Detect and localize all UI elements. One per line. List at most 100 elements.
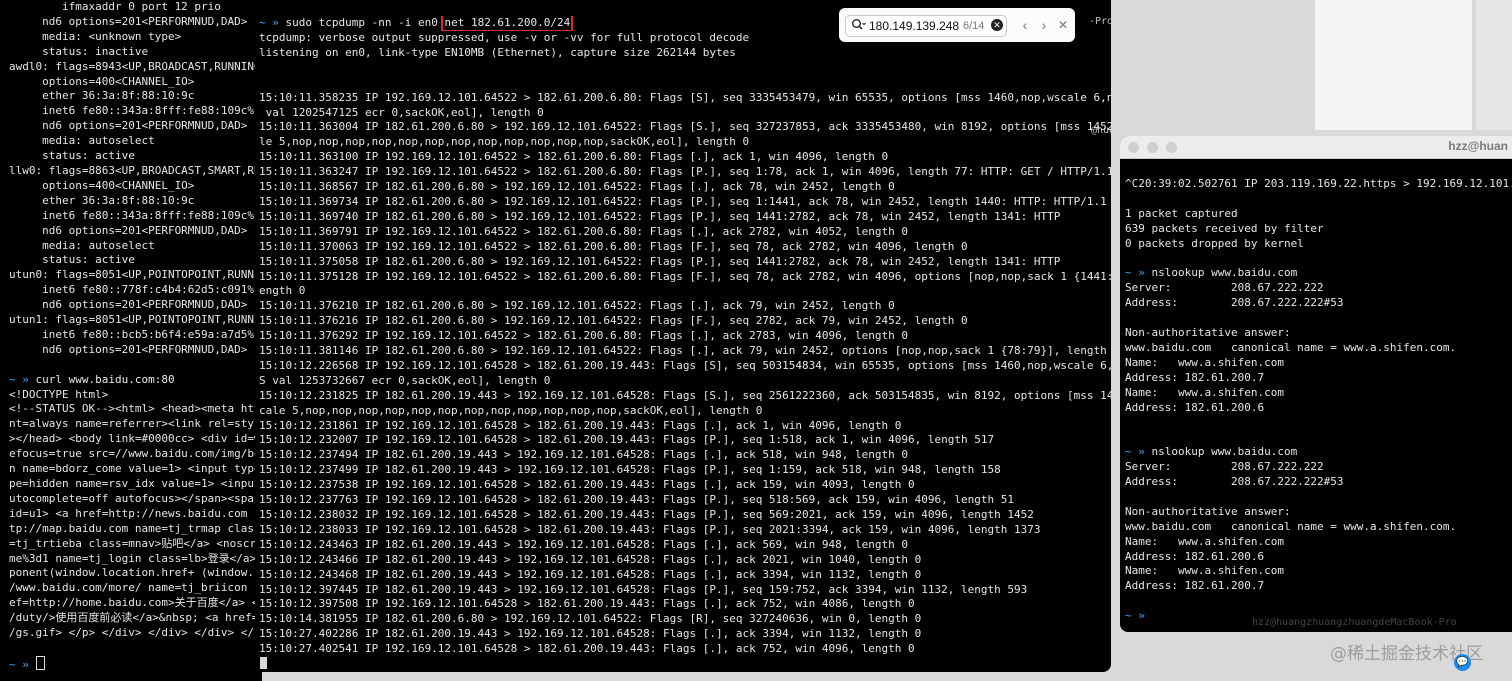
tcpdump-line: 15:10:11.363247 IP 192.169.12.101.64522 … bbox=[259, 165, 1111, 179]
tcpdump-line: 15:10:12.243466 IP 182.61.200.19.443 > 1… bbox=[259, 552, 922, 566]
left-terminal-line: inet6 fe80::343a:8fff:fe88:109c% bbox=[9, 208, 255, 222]
left-terminal-line: /duty/>使用百度前必读</a>&nbsp; <a href= bbox=[9, 611, 259, 625]
tcpdump-line: 15:10:12.238033 IP 192.169.12.101.64528 … bbox=[259, 522, 1041, 536]
tcpdump-line: listening on en0, link-type EN10MB (Ethe… bbox=[259, 45, 736, 59]
left-terminal-line: ether 36:3a:8f:88:10:9c bbox=[9, 193, 195, 207]
right-terminal-line: Address: 182.61.200.7 bbox=[1125, 370, 1265, 384]
left-terminal-line: utun0: flags=8051<UP,POINTOPOINT,RUNNING bbox=[9, 268, 262, 282]
window-titlebar[interactable]: hzz@huan bbox=[1120, 136, 1512, 159]
tcpdump-line: 15:10:11.376292 IP 192.169.12.101.64522 … bbox=[259, 329, 909, 343]
left-terminal-line: nd6 options=201<PERFORMNUD,DAD> bbox=[9, 298, 248, 312]
zoom-window-icon[interactable] bbox=[1166, 142, 1177, 153]
right-terminal-line bbox=[1125, 430, 1512, 445]
command-text: sudo tcpdump -nn -i en0 bbox=[285, 16, 445, 29]
tcpdump-line: 15:10:12.243463 IP 182.61.200.19.443 > 1… bbox=[259, 537, 909, 551]
prompt: ~ » bbox=[1125, 445, 1152, 459]
left-terminal-line: me%3d1 name=tj_login class=lb>登录</a> < bbox=[9, 551, 262, 565]
main-terminal-window[interactable]: -Pro @huangzhuangzhuangdeMacBook-Pro ~ »… bbox=[255, 0, 1111, 672]
left-terminal-line: nt=always name=referrer><link rel=styles bbox=[9, 417, 262, 431]
left-terminal-line: media: autoselect bbox=[9, 238, 155, 252]
close-window-icon[interactable] bbox=[1128, 142, 1139, 153]
chat-bubble-icon[interactable]: 💬 bbox=[1454, 654, 1471, 671]
left-terminal-line: =tj_trtieba class=mnav>贴吧</a> <noscrip bbox=[9, 536, 262, 550]
right-terminal-line: Name: www.a.shifen.com bbox=[1125, 564, 1284, 578]
right-terminal-line bbox=[1125, 594, 1512, 609]
left-terminal-line: /www.baidu.com/more/ name=tj_briicon cla bbox=[9, 581, 262, 595]
right-terminal-line: ~ » nslookup www.baidu.com bbox=[1125, 445, 1298, 459]
tcpdump-line: 15:10:11.368567 IP 182.61.200.6.80 > 192… bbox=[259, 180, 895, 194]
tcpdump-line: 15:10:12.397508 IP 192.169.12.101.64528 … bbox=[259, 597, 915, 611]
right-terminal-window[interactable]: hzz@huan ^C20:39:02.502761 IP 203.119.16… bbox=[1120, 136, 1512, 632]
left-terminal-line: llw0: flags=8863<UP,BROADCAST,SMART,RUNN bbox=[9, 163, 262, 177]
tcpdump-line: 15:10:11.376210 IP 182.61.200.6.80 > 192… bbox=[259, 299, 895, 313]
tcpdump-line: 15:10:11.370063 IP 192.169.12.101.64522 … bbox=[259, 239, 968, 253]
terminal-cursor bbox=[35, 655, 45, 670]
right-terminal-line: Address: 208.67.222.222#53 bbox=[1125, 296, 1344, 310]
right-terminal-line: Address: 182.61.200.7 bbox=[1125, 579, 1265, 593]
left-terminal-line: inet6 fe80::343a:8fff:fe88:109c% bbox=[9, 104, 255, 118]
left-terminal-line: inet6 fe80::778f:c4b4:62d5:c091% bbox=[9, 283, 255, 297]
right-terminal-line: Name: www.a.shifen.com bbox=[1125, 534, 1284, 548]
tcpdump-line: 15:10:11.363100 IP 192.169.12.101.64522 … bbox=[259, 150, 889, 164]
right-terminal-line: 639 packets received by filter bbox=[1125, 221, 1324, 235]
left-terminal-line: efocus=true src=//www.baidu.com/img/bd_l bbox=[9, 447, 262, 461]
left-terminal-line: options=400<CHANNEL_IO> bbox=[9, 178, 195, 192]
clear-circle-icon[interactable]: ✕ bbox=[991, 19, 1003, 31]
window-title: hzz@huan bbox=[1448, 139, 1508, 153]
left-terminal-line: /gs.gif> </p> </div> </div> </div> </bod bbox=[9, 626, 262, 640]
prompt: ~ » bbox=[1125, 609, 1152, 623]
left-terminal-line: ether 36:3a:8f:88:10:9c bbox=[9, 89, 195, 103]
tcpdump-line: 15:10:11.376216 IP 182.61.200.6.80 > 192… bbox=[259, 314, 968, 328]
left-terminal-line: media: autoselect bbox=[9, 134, 155, 148]
right-terminal-line: ~ » nslookup www.baidu.com bbox=[1125, 266, 1298, 280]
left-terminal-line: <!--STATUS OK--><html> <head><meta http- bbox=[9, 402, 262, 416]
right-terminal-line: 1 packet captured bbox=[1125, 206, 1238, 220]
chevron-right-icon[interactable]: › bbox=[1036, 16, 1052, 34]
left-terminal-line: status: inactive bbox=[9, 44, 149, 58]
right-terminal-line bbox=[1125, 162, 1512, 177]
left-terminal-output: ifmaxaddr 0 port 12 prio nd6 options=201… bbox=[9, 0, 262, 673]
highlighted-filter: net 182.61.200.0/24 bbox=[441, 16, 574, 31]
right-terminal-line: www.baidu.com canonical name = www.a.shi… bbox=[1125, 340, 1457, 354]
right-terminal-line bbox=[1125, 251, 1512, 266]
right-terminal-line: Address: 182.61.200.6 bbox=[1125, 400, 1265, 414]
left-terminal-line: ef=http://home.baidu.com>关于百度</a> <a bbox=[9, 596, 262, 610]
tcpdump-line: S val 1253732667 ecr 0,sackOK,eol], leng… bbox=[259, 373, 551, 387]
tcpdump-line: 15:10:12.231861 IP 192.169.12.101.64528 … bbox=[259, 418, 902, 432]
magnifier-dropdown-icon[interactable] bbox=[851, 18, 866, 32]
left-terminal-line: status: active bbox=[9, 149, 135, 163]
tcpdump-line: 15:10:12.237494 IP 182.61.200.19.443 > 1… bbox=[259, 448, 909, 462]
left-terminal-line: options=400<CHANNEL_IO> bbox=[9, 74, 195, 88]
find-input[interactable]: 180.149.139.248 6/14 ✕ bbox=[845, 15, 1007, 37]
left-terminal-line: ~ » curl www.baidu.com:80 bbox=[9, 372, 175, 386]
left-terminal-line: n name=bdorz_come value=1> <input type=h bbox=[9, 462, 262, 476]
tcpdump-line: 15:10:12.231825 IP 182.61.200.19.443 > 1… bbox=[259, 388, 1111, 402]
left-terminal-line: nd6 options=201<PERFORMNUD,DAD> bbox=[9, 342, 248, 356]
background-window-edge bbox=[1476, 0, 1512, 130]
tcpdump-line: 15:10:12.238032 IP 192.169.12.101.64528 … bbox=[259, 508, 1034, 521]
ghost-window-title-3: hzz@huangzhuangzhuangdeMacBook-Pro bbox=[1252, 617, 1457, 628]
tcpdump-line: 15:10:11.363004 IP 182.61.200.6.80 > 192… bbox=[259, 120, 1111, 134]
prompt: ~ » bbox=[9, 372, 36, 386]
left-terminal-line: utocomplete=off autofocus></span><span c bbox=[9, 491, 262, 505]
chevron-left-icon[interactable]: ‹ bbox=[1017, 16, 1033, 34]
left-terminal-line: ponent(window.location.href+ (window.loc bbox=[9, 566, 262, 580]
left-terminal-line: tp://map.baidu.com name=tj_trmap class=m bbox=[9, 521, 262, 535]
right-terminal-line: Address: 182.61.200.6 bbox=[1125, 549, 1265, 563]
tcpdump-line: 15:10:11.381146 IP 182.61.200.6.80 > 192… bbox=[259, 344, 1111, 358]
tcpdump-output: tcpdump: verbose output suppressed, use … bbox=[259, 31, 1111, 657]
background-window bbox=[1315, 0, 1472, 130]
right-terminal-line: Server: 208.67.222.222 bbox=[1125, 460, 1324, 474]
minimize-window-icon[interactable] bbox=[1147, 142, 1158, 153]
left-terminal-line: ~ » bbox=[9, 655, 262, 673]
tcpdump-line: 15:10:27.402541 IP 192.169.12.101.64528 … bbox=[259, 642, 915, 656]
left-terminal-line: nd6 options=201<PERFORMNUD,DAD> bbox=[9, 14, 248, 28]
find-bar[interactable]: 180.149.139.248 6/14 ✕ ‹ › ✕ bbox=[839, 8, 1075, 42]
prompt: ~ » bbox=[9, 657, 36, 671]
left-terminal-line: <!DOCTYPE html> bbox=[9, 387, 109, 401]
left-terminal-window[interactable]: ifmaxaddr 0 port 12 prio nd6 options=201… bbox=[0, 0, 262, 681]
match-count: 6/14 bbox=[963, 20, 985, 32]
tcpdump-line: 15:10:27.402286 IP 182.61.200.19.443 > 1… bbox=[259, 627, 922, 641]
left-terminal-line: nd6 options=201<PERFORMNUD,DAD> bbox=[9, 223, 248, 237]
close-icon[interactable]: ✕ bbox=[1055, 16, 1071, 34]
